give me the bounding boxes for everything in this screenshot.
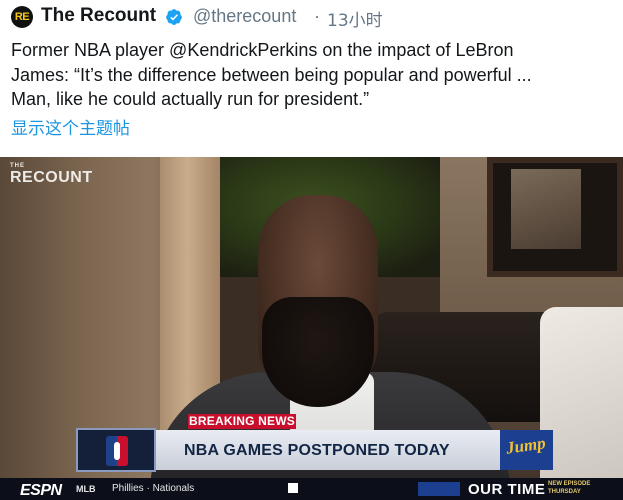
handle[interactable]: @therecount [193, 6, 296, 27]
tweet-header: RE The Recount @therecount · 13小时 [0, 0, 623, 34]
news-chyron: NBA GAMES POSTPONED TODAY [156, 430, 500, 470]
nba-logo-box [76, 428, 156, 472]
ticker-teams: Phillies · Nationals [112, 483, 195, 494]
avatar[interactable]: RE [11, 6, 33, 28]
watermark-sub: THE [10, 163, 25, 169]
background-chair [540, 307, 623, 500]
tweet-text-line: James: “It’s the difference between bein… [11, 64, 532, 85]
score-ticker: ESPN MLB Phillies · Nationals OUR TIME N… [0, 478, 623, 500]
chyron-headline: NBA GAMES POSTPONED TODAY [184, 442, 450, 459]
ticker-base-icon [288, 483, 298, 493]
tweet-text-line: Former NBA player @KendrickPerkins on th… [11, 40, 514, 60]
tweet-text: Former NBA player @KendrickPerkins on th… [11, 38, 623, 112]
separator-dot: · [314, 6, 320, 26]
breaking-news-label: BREAKING NEWS [188, 414, 296, 429]
show-thread-link[interactable]: 显示这个主题帖 [11, 114, 130, 139]
watermark-text: RECOUNT [10, 169, 93, 186]
ticker-promo: NEW EPISODE THURSDAY [548, 481, 591, 495]
ticker-league: MLB [76, 484, 96, 494]
verified-badge-icon [166, 9, 182, 25]
ticker-network-logo [418, 482, 460, 496]
show-logo: Jump [504, 433, 547, 458]
person-beard [262, 297, 374, 407]
display-name[interactable]: The Recount [41, 5, 156, 27]
picture-frame [487, 157, 623, 277]
show-logo-box: Jump [500, 430, 553, 470]
video-player[interactable]: THE RECOUNT BREAKING NEWS NBA GAMES POST… [0, 157, 623, 500]
tweet-text-line: Man, like he could actually run for pres… [11, 89, 370, 109]
nba-logo-icon [106, 436, 128, 466]
ticker-our-time: OUR TIME [468, 481, 546, 498]
timestamp[interactable]: 13小时 [327, 6, 383, 31]
espn-logo: ESPN [20, 482, 62, 499]
recount-watermark: THE RECOUNT [10, 163, 93, 187]
